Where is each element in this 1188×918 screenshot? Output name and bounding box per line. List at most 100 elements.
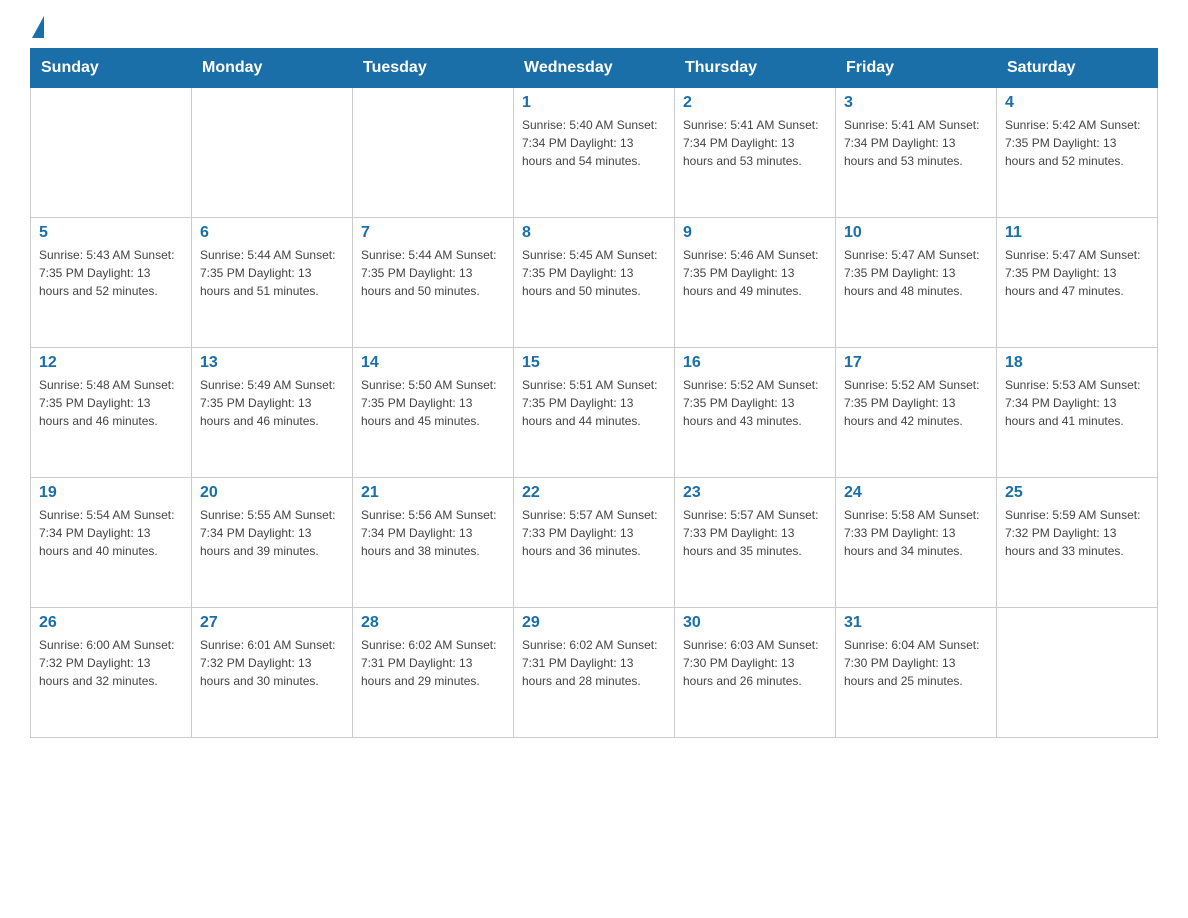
day-info: Sunrise: 5:44 AM Sunset: 7:35 PM Dayligh… — [200, 246, 344, 300]
day-info: Sunrise: 5:53 AM Sunset: 7:34 PM Dayligh… — [1005, 376, 1149, 430]
day-info: Sunrise: 6:02 AM Sunset: 7:31 PM Dayligh… — [522, 636, 666, 690]
calendar-table: SundayMondayTuesdayWednesdayThursdayFrid… — [30, 48, 1158, 738]
day-info: Sunrise: 5:50 AM Sunset: 7:35 PM Dayligh… — [361, 376, 505, 430]
day-info: Sunrise: 5:55 AM Sunset: 7:34 PM Dayligh… — [200, 506, 344, 560]
calendar-cell: 16 Sunrise: 5:52 AM Sunset: 7:35 PM Dayli… — [675, 348, 836, 478]
day-number: 4 — [1005, 94, 1149, 112]
calendar-cell: 31 Sunrise: 6:04 AM Sunset: 7:30 PM Dayli… — [836, 608, 997, 738]
calendar-cell: 27 Sunrise: 6:01 AM Sunset: 7:32 PM Dayli… — [192, 608, 353, 738]
day-number: 10 — [844, 224, 988, 242]
logo-triangle-icon — [32, 16, 44, 38]
calendar-cell: 23Sunrise: 5:57 AM Sunset: 7:33 PM Dayli… — [675, 478, 836, 608]
day-number: 13 — [200, 354, 344, 372]
calendar-cell: 9 Sunrise: 5:46 AM Sunset: 7:35 PM Daylig… — [675, 218, 836, 348]
day-info: Sunrise: 5:52 AM Sunset: 7:35 PM Dayligh… — [844, 376, 988, 430]
calendar-cell: 6 Sunrise: 5:44 AM Sunset: 7:35 PM Daylig… — [192, 218, 353, 348]
day-number: 9 — [683, 224, 827, 242]
day-info: Sunrise: 5:52 AM Sunset: 7:35 PM Dayligh… — [683, 376, 827, 430]
day-number: 3 — [844, 94, 988, 112]
day-number: 1 — [522, 94, 666, 112]
day-info: Sunrise: 5:41 AM Sunset: 7:34 PM Dayligh… — [683, 116, 827, 170]
calendar-cell: 12 Sunrise: 5:48 AM Sunset: 7:35 PM Dayli… — [31, 348, 192, 478]
day-info: Sunrise: 5:47 AM Sunset: 7:35 PM Dayligh… — [844, 246, 988, 300]
weekday-header-saturday: Saturday — [997, 49, 1158, 88]
day-info: Sunrise: 5:58 AM Sunset: 7:33 PM Dayligh… — [844, 506, 988, 560]
day-info: Sunrise: 5:46 AM Sunset: 7:35 PM Dayligh… — [683, 246, 827, 300]
day-number: 17 — [844, 354, 988, 372]
day-number: 14 — [361, 354, 505, 372]
calendar-cell: 29Sunrise: 6:02 AM Sunset: 7:31 PM Dayli… — [514, 608, 675, 738]
calendar-cell: 13Sunrise: 5:49 AM Sunset: 7:35 PM Dayli… — [192, 348, 353, 478]
day-number: 24 — [844, 484, 988, 502]
day-number: 16 — [683, 354, 827, 372]
day-number: 8 — [522, 224, 666, 242]
calendar-header: SundayMondayTuesdayWednesdayThursdayFrid… — [31, 49, 1158, 88]
day-info: Sunrise: 5:48 AM Sunset: 7:35 PM Dayligh… — [39, 376, 183, 430]
weekday-header-friday: Friday — [836, 49, 997, 88]
day-info: Sunrise: 5:57 AM Sunset: 7:33 PM Dayligh… — [683, 506, 827, 560]
weekday-header-sunday: Sunday — [31, 49, 192, 88]
day-info: Sunrise: 5:43 AM Sunset: 7:35 PM Dayligh… — [39, 246, 183, 300]
day-info: Sunrise: 5:40 AM Sunset: 7:34 PM Dayligh… — [522, 116, 666, 170]
calendar-cell — [31, 88, 192, 218]
day-number: 6 — [200, 224, 344, 242]
day-number: 22 — [522, 484, 666, 502]
day-number: 20 — [200, 484, 344, 502]
calendar-cell: 10 Sunrise: 5:47 AM Sunset: 7:35 PM Dayli… — [836, 218, 997, 348]
calendar-cell: 24 Sunrise: 5:58 AM Sunset: 7:33 PM Dayli… — [836, 478, 997, 608]
weekday-header-monday: Monday — [192, 49, 353, 88]
calendar-cell — [353, 88, 514, 218]
calendar-cell: 22 Sunrise: 5:57 AM Sunset: 7:33 PM Dayli… — [514, 478, 675, 608]
calendar-cell: 3 Sunrise: 5:41 AM Sunset: 7:34 PM Daylig… — [836, 88, 997, 218]
calendar-cell: 15 Sunrise: 5:51 AM Sunset: 7:35 PM Dayli… — [514, 348, 675, 478]
day-info: Sunrise: 5:59 AM Sunset: 7:32 PM Dayligh… — [1005, 506, 1149, 560]
calendar-cell: 21 Sunrise: 5:56 AM Sunset: 7:34 PM Dayli… — [353, 478, 514, 608]
calendar-cell: 25 Sunrise: 5:59 AM Sunset: 7:32 PM Dayli… — [997, 478, 1158, 608]
day-info: Sunrise: 5:56 AM Sunset: 7:34 PM Dayligh… — [361, 506, 505, 560]
day-info: Sunrise: 6:01 AM Sunset: 7:32 PM Dayligh… — [200, 636, 344, 690]
day-info: Sunrise: 5:45 AM Sunset: 7:35 PM Dayligh… — [522, 246, 666, 300]
day-number: 25 — [1005, 484, 1149, 502]
day-number: 26 — [39, 614, 183, 632]
calendar-cell: 11 Sunrise: 5:47 AM Sunset: 7:35 PM Dayli… — [997, 218, 1158, 348]
day-info: Sunrise: 6:02 AM Sunset: 7:31 PM Dayligh… — [361, 636, 505, 690]
weekday-header-tuesday: Tuesday — [353, 49, 514, 88]
day-number: 15 — [522, 354, 666, 372]
calendar-week-2: 5 Sunrise: 5:43 AM Sunset: 7:35 PM Daylig… — [31, 218, 1158, 348]
day-info: Sunrise: 5:57 AM Sunset: 7:33 PM Dayligh… — [522, 506, 666, 560]
calendar-cell — [997, 608, 1158, 738]
calendar-week-1: 1 Sunrise: 5:40 AM Sunset: 7:34 PM Daylig… — [31, 88, 1158, 218]
calendar-cell: 19 Sunrise: 5:54 AM Sunset: 7:34 PM Dayli… — [31, 478, 192, 608]
calendar-cell — [192, 88, 353, 218]
day-number: 31 — [844, 614, 988, 632]
day-number: 11 — [1005, 224, 1149, 242]
calendar-cell: 2 Sunrise: 5:41 AM Sunset: 7:34 PM Daylig… — [675, 88, 836, 218]
calendar-cell: 17 Sunrise: 5:52 AM Sunset: 7:35 PM Dayli… — [836, 348, 997, 478]
day-info: Sunrise: 5:47 AM Sunset: 7:35 PM Dayligh… — [1005, 246, 1149, 300]
day-number: 18 — [1005, 354, 1149, 372]
day-info: Sunrise: 6:00 AM Sunset: 7:32 PM Dayligh… — [39, 636, 183, 690]
day-number: 28 — [361, 614, 505, 632]
day-info: Sunrise: 5:51 AM Sunset: 7:35 PM Dayligh… — [522, 376, 666, 430]
calendar-cell: 14 Sunrise: 5:50 AM Sunset: 7:35 PM Dayli… — [353, 348, 514, 478]
day-number: 19 — [39, 484, 183, 502]
weekday-header-wednesday: Wednesday — [514, 49, 675, 88]
day-info: Sunrise: 5:54 AM Sunset: 7:34 PM Dayligh… — [39, 506, 183, 560]
day-number: 27 — [200, 614, 344, 632]
calendar-week-5: 26 Sunrise: 6:00 AM Sunset: 7:32 PM Dayli… — [31, 608, 1158, 738]
calendar-cell: 4Sunrise: 5:42 AM Sunset: 7:35 PM Daylig… — [997, 88, 1158, 218]
day-number: 2 — [683, 94, 827, 112]
calendar-cell: 20 Sunrise: 5:55 AM Sunset: 7:34 PM Dayli… — [192, 478, 353, 608]
calendar-cell: 7Sunrise: 5:44 AM Sunset: 7:35 PM Daylig… — [353, 218, 514, 348]
day-info: Sunrise: 5:41 AM Sunset: 7:34 PM Dayligh… — [844, 116, 988, 170]
calendar-cell: 1 Sunrise: 5:40 AM Sunset: 7:34 PM Daylig… — [514, 88, 675, 218]
calendar-cell: 28 Sunrise: 6:02 AM Sunset: 7:31 PM Dayli… — [353, 608, 514, 738]
day-number: 21 — [361, 484, 505, 502]
day-info: Sunrise: 6:04 AM Sunset: 7:30 PM Dayligh… — [844, 636, 988, 690]
day-info: Sunrise: 6:03 AM Sunset: 7:30 PM Dayligh… — [683, 636, 827, 690]
calendar-cell: 18 Sunrise: 5:53 AM Sunset: 7:34 PM Dayli… — [997, 348, 1158, 478]
weekday-header-thursday: Thursday — [675, 49, 836, 88]
day-number: 5 — [39, 224, 183, 242]
calendar-cell: 30Sunrise: 6:03 AM Sunset: 7:30 PM Dayli… — [675, 608, 836, 738]
day-number: 12 — [39, 354, 183, 372]
